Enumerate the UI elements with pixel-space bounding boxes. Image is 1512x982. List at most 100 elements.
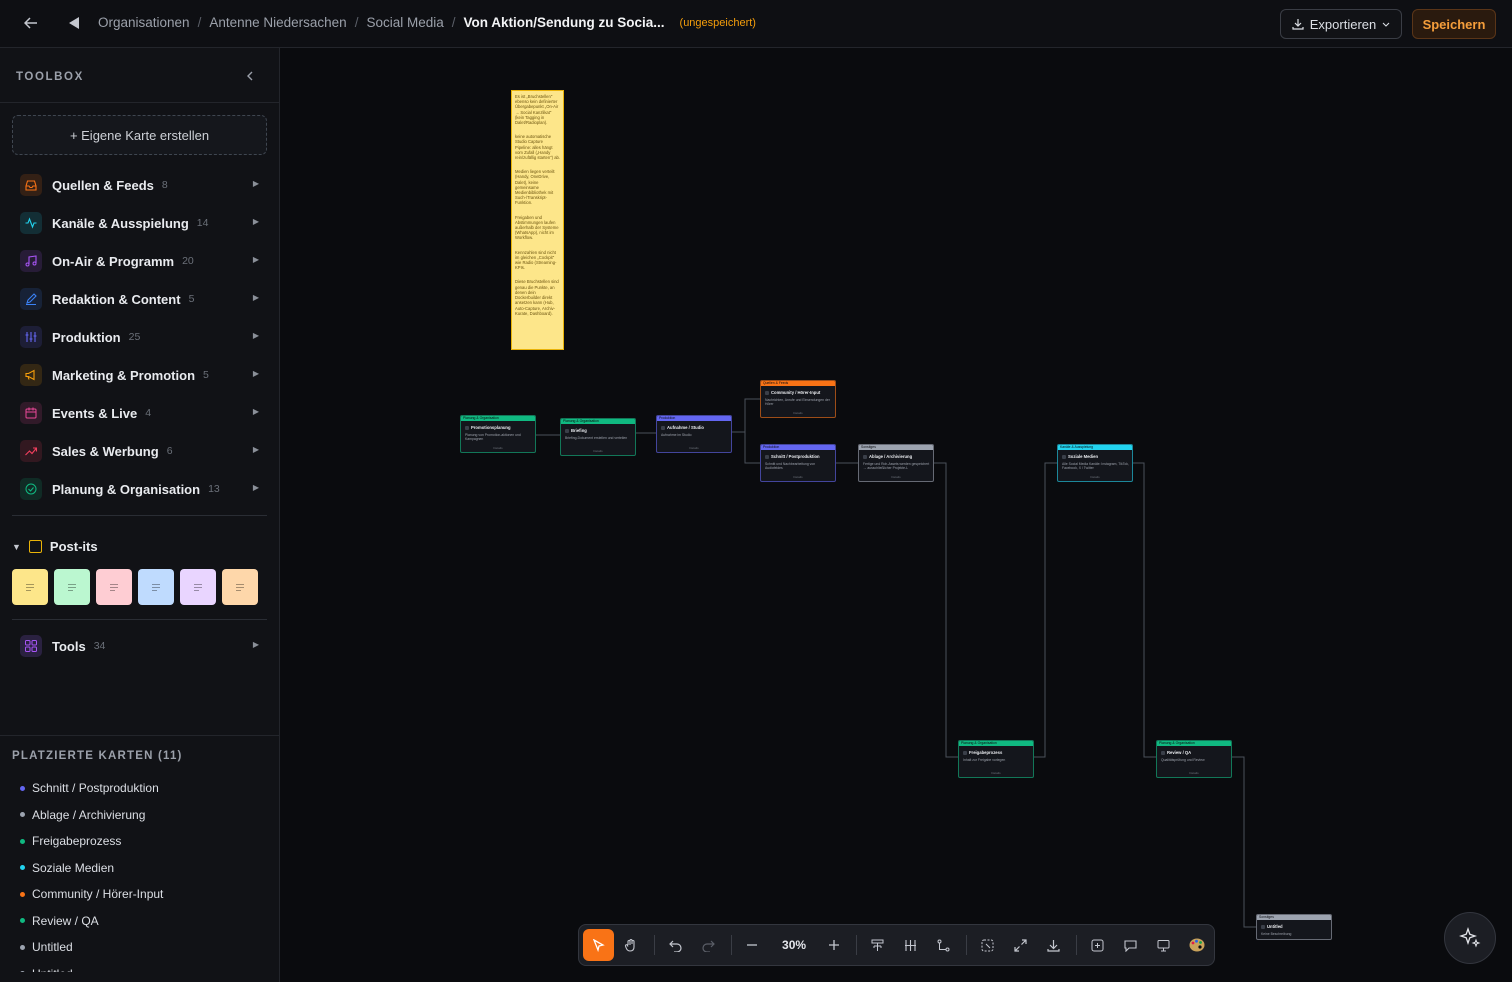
note-icon	[28, 540, 42, 553]
category-marketing-promotion[interactable]: Marketing & Promotion 5 ▶	[12, 359, 267, 391]
download-icon[interactable]	[1038, 929, 1069, 961]
zoom-in-icon[interactable]	[818, 929, 849, 961]
connection-lines	[536, 398, 1256, 928]
presentation-icon[interactable]	[1148, 929, 1179, 961]
redo-icon[interactable]	[693, 929, 724, 961]
create-card-button[interactable]: + Eigene Karte erstellen	[12, 115, 267, 155]
align-columns-icon[interactable]	[895, 929, 926, 961]
placed-card-item[interactable]: Ablage / Archivierung	[20, 802, 270, 829]
category-planung-organisation[interactable]: Planung & Organisation 13 ▶	[12, 473, 267, 505]
category-count: 4	[145, 407, 152, 419]
palette-icon[interactable]	[1181, 929, 1212, 961]
flow-node-card[interactable]: Planung & Organisation Promotionsplanung…	[460, 415, 536, 453]
back-arrow-icon[interactable]	[20, 12, 42, 34]
caret-down-icon: ▼	[12, 541, 21, 552]
category-tools[interactable]: Tools 34 ▶	[12, 630, 267, 662]
node-title: Freigabeprozess	[963, 750, 1033, 755]
node-icon	[1261, 924, 1265, 929]
category-quellen-feeds[interactable]: Quellen & Feeds 8 ▶	[12, 169, 267, 201]
node-description: Aufnahme im Studio	[661, 433, 692, 437]
status-dot	[20, 865, 25, 871]
collapse-sidebar-icon[interactable]	[64, 12, 84, 34]
select-area-icon[interactable]	[972, 929, 1003, 961]
flow-node-card[interactable]: Quellen & Feeds Community / Hörer-Input …	[760, 380, 836, 418]
postit-swatch[interactable]	[54, 569, 90, 605]
postit-swatch[interactable]	[96, 569, 132, 605]
category-sales-werbung[interactable]: Sales & Werbung 6 ▶	[12, 435, 267, 467]
node-title: Briefing	[565, 428, 635, 433]
placed-card-item[interactable]: Untitled	[20, 934, 270, 961]
flow-node-card[interactable]: Planung & Organisation Briefing Briefing…	[560, 418, 636, 456]
node-footer[interactable]: Details	[561, 449, 635, 453]
category-produktion[interactable]: Produktion 25 ▶	[12, 321, 267, 353]
zoom-out-icon[interactable]	[737, 929, 768, 961]
category-kanäle-ausspielung[interactable]: Kanäle & Ausspielung 14 ▶	[12, 207, 267, 239]
flow-node-card[interactable]: Kanäle & Ausspielung Soziale Medien Alle…	[1057, 444, 1133, 482]
node-title: Schnitt / Postproduktion	[765, 454, 835, 459]
sticky-note[interactable]: Es ist „Bruchstellen" ebenso kein defini…	[511, 90, 564, 350]
breadcrumb-project[interactable]: Social Media	[366, 15, 443, 30]
placed-card-item[interactable]: Soziale Medien	[20, 855, 270, 882]
status-dot	[20, 785, 25, 791]
node-footer[interactable]: Details	[1157, 771, 1231, 775]
node-description: Schnitt und Nachbearbeitung von Audiofel…	[765, 462, 816, 471]
node-description: Keine Beschreibung	[1261, 932, 1292, 936]
node-footer[interactable]: Details	[859, 475, 933, 479]
caret-right-icon: ▶	[252, 640, 259, 649]
node-footer[interactable]: Details	[959, 771, 1033, 775]
category-on-air-programm[interactable]: On-Air & Programm 20 ▶	[12, 245, 267, 277]
flow-canvas[interactable]: Es ist „Bruchstellen" ebenso kein defini…	[280, 48, 1512, 982]
node-icon	[465, 425, 469, 430]
node-footer[interactable]: Details	[761, 411, 835, 415]
category-count: 8	[161, 179, 168, 191]
flow-node-card[interactable]: Planung & Organisation Review / QA Quali…	[1156, 740, 1232, 778]
node-icon	[963, 750, 967, 755]
caret-right-icon: ▶	[252, 407, 259, 416]
export-button[interactable]: Exportieren	[1280, 9, 1402, 39]
node-icon	[1161, 750, 1165, 755]
placed-card-item[interactable]: Untitled	[20, 961, 270, 972]
postit-swatch[interactable]	[222, 569, 258, 605]
connector-icon[interactable]	[928, 929, 959, 961]
node-description: Alle Social Media Kanäle: Instagram, Tik…	[1062, 462, 1129, 471]
postit-swatch[interactable]	[138, 569, 174, 605]
flow-node-card[interactable]: Planung & Organisation Freigabeprozess I…	[958, 740, 1034, 778]
ai-sparkle-icon[interactable]	[1444, 912, 1496, 964]
category-events-live[interactable]: Events & Live 4 ▶	[12, 397, 267, 429]
breadcrumb-organisation[interactable]: Antenne Niedersachen	[209, 15, 346, 30]
node-footer[interactable]: Details	[657, 446, 731, 450]
flow-node-card[interactable]: Sonstiges Ablage / Archivierung Fertige …	[858, 444, 934, 482]
select-tool-icon[interactable]	[583, 929, 614, 961]
placed-card-label: Ablage / Archivierung	[32, 807, 146, 822]
chevron-left-icon[interactable]	[242, 68, 258, 84]
node-footer[interactable]: Details	[761, 475, 835, 479]
caret-right-icon: ▶	[252, 179, 259, 188]
save-button[interactable]: Speichern	[1412, 9, 1496, 39]
add-frame-icon[interactable]	[1082, 929, 1113, 961]
flow-node-card[interactable]: Sonstiges Untitled Keine Beschreibung	[1256, 914, 1332, 940]
breadcrumb-organisations[interactable]: Organisationen	[98, 15, 190, 30]
layout-tree-icon[interactable]	[862, 929, 893, 961]
zoom-level[interactable]: 30%	[770, 938, 818, 952]
flow-node-card[interactable]: Produktion Aufnahme / Studio Aufnahme im…	[656, 415, 732, 453]
node-description: Planung von Promotion-aktionen und Kampa…	[465, 433, 521, 442]
postit-swatch[interactable]	[12, 569, 48, 605]
placed-card-item[interactable]: Schnitt / Postproduktion	[20, 775, 270, 802]
undo-icon[interactable]	[660, 929, 691, 961]
fit-view-icon[interactable]	[1005, 929, 1036, 961]
node-footer[interactable]: Details	[461, 446, 535, 450]
placed-card-item[interactable]: Review / QA	[20, 908, 270, 935]
postit-swatch[interactable]	[180, 569, 216, 605]
caret-right-icon: ▶	[252, 331, 259, 340]
placed-cards-title: PLATZIERTE KARTEN (11)	[12, 750, 183, 762]
postits-header[interactable]: ▼ Post-its	[12, 539, 98, 554]
flow-node-card[interactable]: Produktion Schnitt / Postproduktion Schn…	[760, 444, 836, 482]
placed-card-label: Soziale Medien	[32, 860, 115, 875]
node-footer[interactable]: Details	[1058, 475, 1132, 479]
category-redaktion-content[interactable]: Redaktion & Content 5 ▶	[12, 283, 267, 315]
hand-tool-icon[interactable]	[616, 929, 647, 961]
comment-icon[interactable]	[1115, 929, 1146, 961]
category-label: Produktion	[52, 329, 121, 345]
placed-card-item[interactable]: Community / Hörer-Input	[20, 881, 270, 908]
placed-card-item[interactable]: Freigabeprozess	[20, 828, 270, 855]
